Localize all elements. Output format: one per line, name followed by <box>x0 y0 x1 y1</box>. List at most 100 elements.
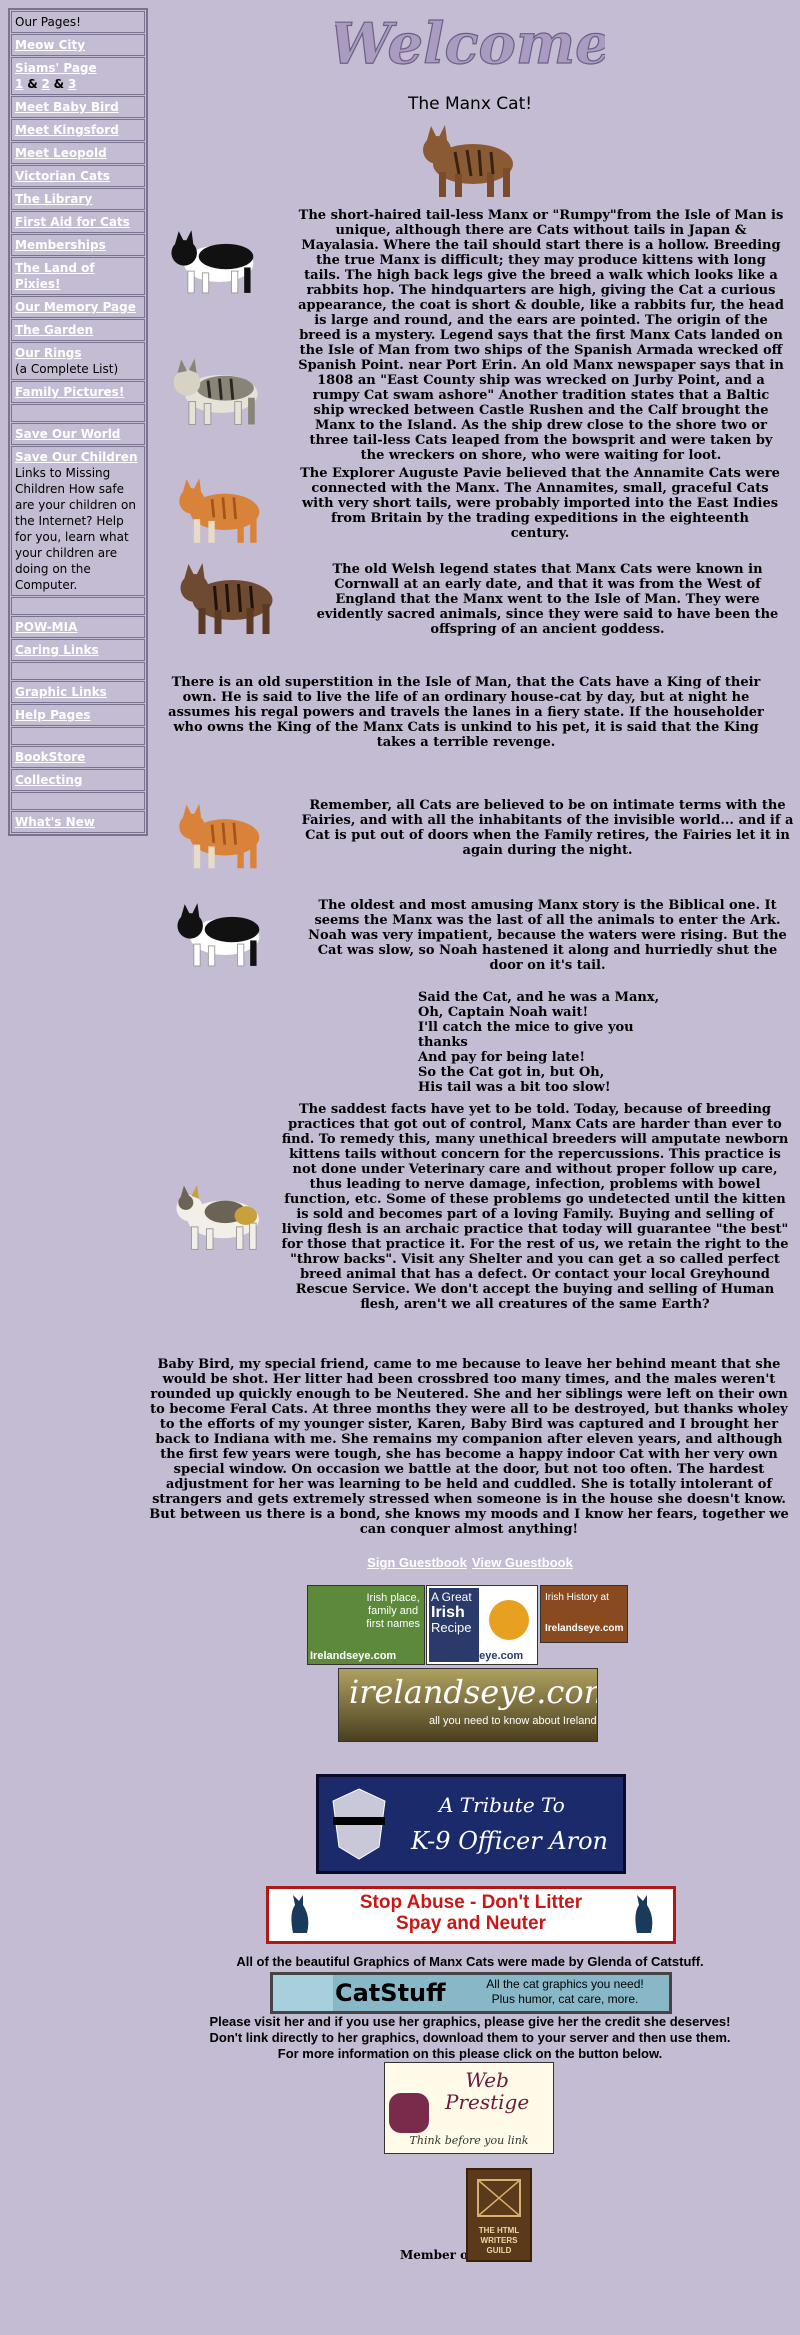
sidebar-link[interactable]: Caring Links <box>15 643 99 657</box>
sidebar-link[interactable]: Siams' Page <box>15 61 97 75</box>
sidebar-item-help-pages[interactable]: Help Pages <box>11 704 145 726</box>
banner-site: Irelandseye.com <box>310 1650 397 1662</box>
sidebar-link[interactable]: Meow City <box>15 38 85 52</box>
web-prestige-banner[interactable]: Web Prestige Think before you link <box>384 2062 554 2154</box>
sidebar-item-leopold[interactable]: Meet Leopold <box>11 142 145 164</box>
sidebar-link[interactable]: The Land of Pixies! <box>15 261 95 291</box>
sidebar-link[interactable]: The Library <box>15 192 92 206</box>
sidebar-item-graphic-links[interactable]: Graphic Links <box>11 681 145 703</box>
guestbook-links: Sign Guestbook View Guestbook <box>300 1552 640 1571</box>
sidebar-item-kingsford[interactable]: Meet Kingsford <box>11 119 145 141</box>
sign-guestbook-link[interactable]: Sign Guestbook <box>367 1555 467 1570</box>
sidebar-item-library[interactable]: The Library <box>11 188 145 210</box>
banner-text: Irish place, <box>366 1592 420 1604</box>
manx-cat-calico-image <box>176 1184 259 1250</box>
siams-page-2-link[interactable]: 2 <box>41 77 49 91</box>
banner-text: first names <box>366 1618 420 1630</box>
poem-line: Oh, Captain Noah wait! <box>418 1005 589 1020</box>
stop-abuse-banner[interactable]: Stop Abuse - Don't Litter Spay and Neute… <box>266 1886 676 1944</box>
sidebar-link[interactable]: First Aid for Cats <box>15 215 130 229</box>
sidebar-link[interactable]: Memberships <box>15 238 106 252</box>
sidebar-link[interactable]: BookStore <box>15 750 85 764</box>
sidebar-item-family-pictures[interactable]: Family Pictures! <box>11 381 145 403</box>
irelandseye-main-banner[interactable]: irelandseye.com all you need to know abo… <box>338 1668 598 1742</box>
sidebar-item-memberships[interactable]: Memberships <box>11 234 145 256</box>
sidebar-item-collecting[interactable]: Collecting <box>11 769 145 791</box>
banner-title: irelandseye.com <box>349 1673 598 1711</box>
paragraph-manx-origin: The short-haired tail-less Manx or "Rump… <box>298 208 784 463</box>
siams-page-1-link[interactable]: 1 <box>15 77 23 91</box>
sidebar-link[interactable]: What's New <box>15 815 95 829</box>
sidebar-link[interactable]: Save Our World <box>15 427 120 441</box>
banner-text: Recipe <box>431 1620 472 1635</box>
sidebar-link[interactable]: Help Pages <box>15 708 91 722</box>
catstuff-banner[interactable]: CatStuff All the cat graphics you need! … <box>270 1972 672 2014</box>
sidebar-link[interactable]: Collecting <box>15 773 83 787</box>
banner-text: Stop Abuse - Don't Litter <box>359 1892 583 1913</box>
irelandseye-names-banner[interactable]: Irish place, family and first names Irel… <box>307 1585 425 1665</box>
sidebar-spacer <box>11 404 145 422</box>
banner-text: Prestige <box>445 2090 530 2114</box>
banner-text: All the cat graphics you need! <box>486 1977 644 1991</box>
irelandseye-recipe-banner[interactable]: A Great Irish Recipe Irelandseye.com <box>426 1585 538 1665</box>
sidebar-link[interactable]: Meet Baby Bird <box>15 100 119 114</box>
manx-cat-orange-image <box>179 478 260 543</box>
poem-line: His tail was a bit too slow! <box>418 1080 611 1095</box>
sidebar-link[interactable]: Meet Leopold <box>15 146 107 160</box>
sidebar-item-pow-mia[interactable]: POW-MIA <box>11 616 145 638</box>
sidebar-item-bookstore[interactable]: BookStore <box>11 746 145 768</box>
sidebar-link[interactable]: Meet Kingsford <box>15 123 119 137</box>
manx-cat-silver-tabby-image <box>173 358 258 425</box>
credits-block: Please visit her and if you use her grap… <box>140 2014 800 2062</box>
sidebar-item-caring-links[interactable]: Caring Links <box>11 639 145 661</box>
sidebar-item-garden[interactable]: The Garden <box>11 319 145 341</box>
banner-title: CatStuff <box>335 1979 446 2007</box>
paragraph-king-of-cats: There is an old superstition in the Isle… <box>168 675 764 750</box>
banner-text: K-9 Officer Aron <box>411 1827 609 1855</box>
banner-site: Irelandseye.com <box>437 1650 524 1662</box>
banner-text: Plus humor, cat care, more. <box>491 1992 639 2006</box>
sidebar-link[interactable]: Save Our Children <box>15 450 137 464</box>
sidebar-link[interactable]: The Garden <box>15 323 93 337</box>
sidebar-item-siams-page: Siams' Page 1 & 2 & 3 <box>11 57 145 95</box>
sidebar-link[interactable]: Our Memory Page <box>15 300 136 314</box>
badge-text: THE HTML WRITERS GUILD <box>478 2226 520 2255</box>
sidebar-item-save-world[interactable]: Save Our World <box>11 423 145 445</box>
sidebar-item-victorian-cats[interactable]: Victorian Cats <box>11 165 145 187</box>
sidebar-item-pixies[interactable]: The Land of Pixies! <box>11 257 145 295</box>
sidebar-item-first-aid[interactable]: First Aid for Cats <box>11 211 145 233</box>
sidebar-item-meow-city[interactable]: Meow City <box>11 34 145 56</box>
sidebar-link[interactable]: Our Rings <box>15 346 81 360</box>
poem-line: And pay for being late! <box>418 1050 586 1065</box>
banner-text: Spay and Neuter <box>396 1913 546 1934</box>
paragraph-fairies: Remember, all Cats are believed to be on… <box>301 798 794 858</box>
irelandseye-history-banner[interactable]: Irish History at Irelandseye.com <box>540 1585 628 1643</box>
sidebar-item-baby-bird[interactable]: Meet Baby Bird <box>11 96 145 118</box>
children-note: Links to Missing Children How safe are y… <box>15 466 136 592</box>
sidebar-item-memory-page[interactable]: Our Memory Page <box>11 296 145 318</box>
manx-cat-black-white-image <box>171 230 254 294</box>
manx-cat-brown-tabby-image <box>423 125 513 197</box>
sidebar-item-rings: Our Rings (a Complete List) <box>11 342 145 380</box>
view-guestbook-link[interactable]: View Guestbook <box>472 1555 573 1570</box>
banner-tagline: Think before you link <box>409 2134 529 2147</box>
credits-line-4: For more information on this please clic… <box>277 2046 663 2061</box>
sidebar-link[interactable]: Family Pictures! <box>15 385 124 399</box>
sidebar-item-save-children: Save Our Children Links to Missing Child… <box>11 446 145 596</box>
siams-page-3-link[interactable]: 3 <box>68 77 76 91</box>
sidebar-link[interactable]: Victorian Cats <box>15 169 110 183</box>
member-of-label: Member of <box>400 2248 474 2262</box>
banner-text: Irish History at <box>545 1592 609 1603</box>
manx-cat-orange-2-image <box>179 803 260 869</box>
sidebar-link[interactable]: Graphic Links <box>15 685 107 699</box>
hwg-logo-icon <box>477 2179 521 2217</box>
paragraph-breeding-facts: The saddest facts have yet to be told. T… <box>281 1102 789 1312</box>
sidebar-nav: Our Pages! Meow City Siams' Page 1 & 2 &… <box>8 8 148 836</box>
poem-block: Said the Cat, and he was a Manx, Oh, Cap… <box>418 990 678 1095</box>
sidebar-item-whats-new[interactable]: What's New <box>11 811 145 833</box>
k9-tribute-banner[interactable]: A Tribute To K-9 Officer Aron <box>316 1774 626 1874</box>
sidebar-link[interactable]: POW-MIA <box>15 620 77 634</box>
html-writers-guild-badge[interactable]: THE HTML WRITERS GUILD <box>466 2168 532 2262</box>
amp-text: & <box>27 77 38 91</box>
credits-line-3: Don't link directly to her graphics, dow… <box>209 2030 731 2045</box>
